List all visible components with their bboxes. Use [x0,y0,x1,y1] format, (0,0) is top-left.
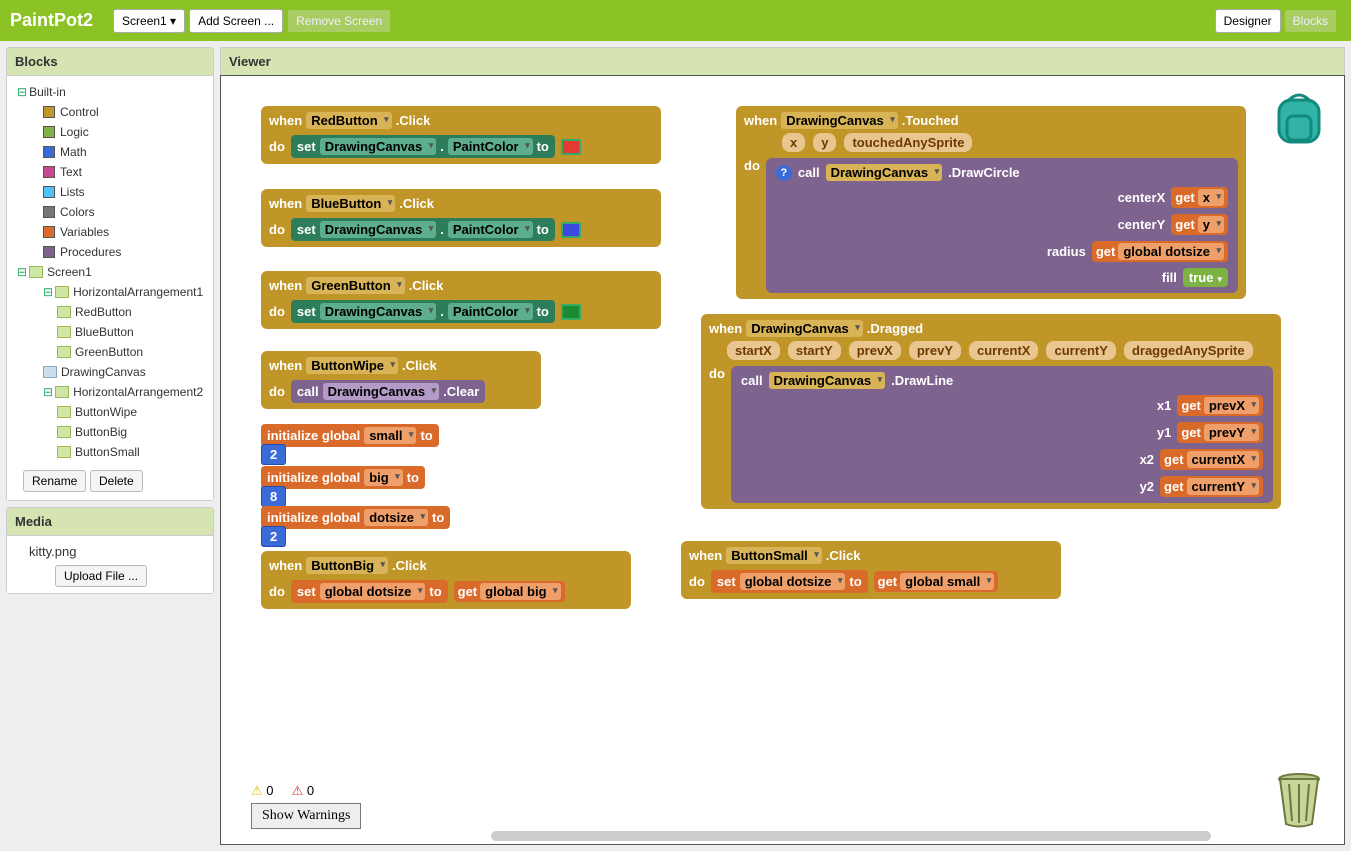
ha2-node[interactable]: ⊟HorizontalArrangement2 [15,382,205,402]
screen1-node[interactable]: ⊟Screen1 [15,262,205,282]
builtin-control[interactable]: Control [15,102,205,122]
color-green[interactable] [561,304,581,320]
upload-file-button[interactable]: Upload File ... [55,565,147,587]
blocks-canvas[interactable]: whenRedButton.Click do setDrawingCanvas.… [220,75,1345,845]
builtin-procedures[interactable]: Procedures [15,242,205,262]
media-panel: Media kitty.png Upload File ... [6,507,214,594]
show-warnings-button[interactable]: Show Warnings [251,803,361,829]
media-file[interactable]: kitty.png [15,542,205,565]
block-canvas-touched[interactable]: whenDrawingCanvas.Touched x y touchedAny… [736,106,1246,299]
screen-dropdown[interactable]: Screen1 ▾ [113,9,185,33]
builtin-colors[interactable]: Colors [15,202,205,222]
builtin-lists[interactable]: Lists [15,182,205,202]
horizontal-scrollbar[interactable] [491,831,1211,841]
delete-button[interactable]: Delete [90,470,143,492]
block-init-dotsize[interactable]: initialize globaldotsizeto 2 [261,506,450,544]
bluebutton-node[interactable]: BlueButton [15,322,205,342]
block-greenbutton-click[interactable]: whenGreenButton.Click do setDrawingCanva… [261,271,661,329]
viewer-title: Viewer [220,47,1345,75]
buttonsmall-node[interactable]: ButtonSmall [15,442,205,462]
blocks-panel-title: Blocks [7,48,213,76]
redbutton-node[interactable]: RedButton [15,302,205,322]
block-buttonbig-click[interactable]: whenButtonBig.Click do setglobal dotsize… [261,551,631,609]
top-bar: PaintPot2 Screen1 ▾ Add Screen ... Remov… [0,0,1351,41]
color-blue[interactable] [561,222,581,238]
block-buttonsmall-click[interactable]: whenButtonSmall.Click do setglobal dotsi… [681,541,1061,599]
greenbutton-node[interactable]: GreenButton [15,342,205,362]
builtin-node[interactable]: ⊟Built-in [15,82,205,102]
block-init-small[interactable]: initialize globalsmallto 2 [261,424,439,462]
warnings-area: ⚠ 0 ⚠ 0 Show Warnings [251,783,361,829]
builtin-math[interactable]: Math [15,142,205,162]
trash-icon[interactable] [1274,769,1324,829]
block-canvas-dragged[interactable]: whenDrawingCanvas.Dragged startX startY … [701,314,1281,509]
builtin-variables[interactable]: Variables [15,222,205,242]
error-icon: ⚠ [292,783,304,798]
block-buttonwipe-click[interactable]: whenButtonWipe.Click do callDrawingCanva… [261,351,541,409]
builtin-logic[interactable]: Logic [15,122,205,142]
ha1-node[interactable]: ⊟HorizontalArrangement1 [15,282,205,302]
remove-screen-button[interactable]: Remove Screen [287,9,391,33]
designer-tab[interactable]: Designer [1215,9,1281,33]
media-panel-title: Media [7,508,213,536]
block-bluebutton-click[interactable]: whenBlueButton.Click do setDrawingCanvas… [261,189,661,247]
blocks-tab[interactable]: Blocks [1285,9,1337,33]
block-redbutton-click[interactable]: whenRedButton.Click do setDrawingCanvas.… [261,106,661,164]
help-icon[interactable]: ? [776,165,792,181]
blocks-panel: Blocks ⊟Built-in ControlLogicMathTextLis… [6,47,214,501]
buttonwipe-node[interactable]: ButtonWipe [15,402,205,422]
canvas-node[interactable]: DrawingCanvas [15,362,205,382]
warning-icon: ⚠ [251,783,263,798]
buttonbig-node[interactable]: ButtonBig [15,422,205,442]
block-init-big[interactable]: initialize globalbigto 8 [261,466,425,504]
add-screen-button[interactable]: Add Screen ... [189,9,283,33]
app-title: PaintPot2 [10,10,93,31]
rename-button[interactable]: Rename [23,470,86,492]
color-red[interactable] [561,139,581,155]
builtin-text[interactable]: Text [15,162,205,182]
backpack-icon[interactable] [1269,86,1329,146]
